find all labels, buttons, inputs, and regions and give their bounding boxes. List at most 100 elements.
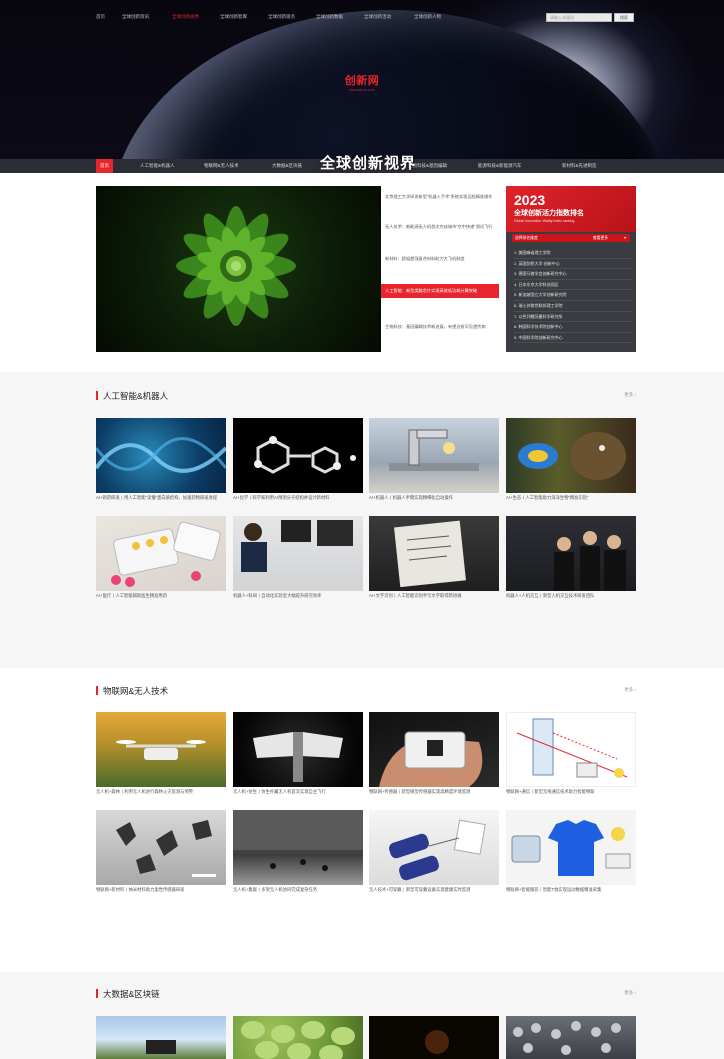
- topnav-item-views[interactable]: 全球创新观点: [268, 14, 295, 20]
- more-link[interactable]: 更多 ›: [624, 990, 636, 996]
- mainnav-item-material[interactable]: 新材料&先进制造: [558, 159, 601, 173]
- mainnav-item-iot[interactable]: 物联网&无人技术: [200, 159, 243, 173]
- card-thumbnail[interactable]: [369, 712, 499, 787]
- card-caption[interactable]: AI+医疗丨人工智能辅助医生精准用药: [96, 593, 226, 605]
- card-thumbnail[interactable]: [96, 1016, 226, 1059]
- ranking-item[interactable]: 4. 日本东京大学科技园区: [514, 280, 632, 291]
- card-thumbnail[interactable]: [506, 1016, 636, 1059]
- news-card[interactable]: 物联网+新材料丨纳米材料助力柔性传感器研发: [96, 810, 226, 899]
- ranking-select[interactable]: 选择排名维度 查看更多 ▾: [512, 234, 630, 242]
- topnav-item-events[interactable]: 全球创新活动: [364, 14, 391, 20]
- search-input[interactable]: 请输入关键词: [546, 13, 612, 22]
- news-card[interactable]: 无人机+仿生丨仿生扑翼无人机首次实现自主飞行: [233, 712, 363, 801]
- card-caption[interactable]: 无人机+集群丨多架无人机协同完成复杂任务: [233, 887, 363, 899]
- mainnav-item-home[interactable]: 首页: [96, 159, 113, 173]
- card-thumbnail[interactable]: [96, 712, 226, 787]
- pills-illustration: [111, 521, 221, 587]
- card-thumbnail[interactable]: [233, 810, 363, 885]
- news-card[interactable]: 物联网+传感器丨新型微型传感器实现高精度环境监测: [369, 712, 499, 801]
- card-caption[interactable]: 机器人+人机交互丨新型人机交互技术研发团队: [506, 593, 636, 605]
- card-caption[interactable]: AI+文字识别丨人工智能识别手写文字取得新进展: [369, 593, 499, 605]
- card-caption[interactable]: 无人机+森林丨利用无人机进行森林火灾监测与预警: [96, 789, 226, 801]
- ranking-item[interactable]: 3. 德国马普学会创新研究中心: [514, 269, 632, 280]
- card-thumbnail[interactable]: [369, 418, 499, 493]
- card-thumbnail[interactable]: [96, 516, 226, 591]
- mainnav-item-energy[interactable]: 能源科技&新能源汽车: [474, 159, 526, 173]
- hero-image[interactable]: [96, 186, 381, 352]
- mainnav-item-bigdata[interactable]: 大数据&区块链: [268, 159, 306, 173]
- ranking-item[interactable]: 9. 中国科学院创新研究中心: [514, 333, 632, 344]
- card-caption[interactable]: AI+化学丨科学家利用AI预测分子结构并设计新材料: [233, 495, 363, 507]
- topnav-item-think[interactable]: 全球创新智库: [220, 14, 247, 20]
- news-card[interactable]: 无人机+集群丨多架无人机协同完成复杂任务: [233, 810, 363, 899]
- card-thumbnail[interactable]: [369, 810, 499, 885]
- card-caption[interactable]: 机器人+科研丨自动化实验室大幅提升研究效率: [233, 593, 363, 605]
- news-card[interactable]: AI+文字识别丨人工智能识别手写文字取得新进展: [369, 516, 499, 605]
- ranking-item[interactable]: 8. 韩国科学技术院创新中心: [514, 322, 632, 333]
- news-card[interactable]: AI+生态丨人工智能助力海洋生物“精准识别”: [506, 418, 636, 507]
- card-thumbnail[interactable]: [96, 810, 226, 885]
- card-thumbnail[interactable]: [506, 810, 636, 885]
- search-button[interactable]: 搜索: [614, 13, 634, 22]
- news-card[interactable]: 物联网+通信丨新型无线通信技术助力智能物联: [506, 712, 636, 801]
- hero-news-item[interactable]: 生物科技：基因编辑技术新进展，有望治愈罕见遗传病: [385, 324, 495, 330]
- ranking-item[interactable]: 2. 英国剑桥大学·创新中心: [514, 259, 632, 270]
- card-thumbnail[interactable]: [233, 712, 363, 787]
- card-caption[interactable]: 无人技术+可穿戴丨新型可穿戴设备实现健康实时监测: [369, 887, 499, 899]
- news-card[interactable]: 无人机+森林丨利用无人机进行森林火灾监测与预警: [96, 712, 226, 801]
- ranking-item[interactable]: 5. 新加坡国立大学创新研究院: [514, 290, 632, 301]
- topnav-item-data[interactable]: 全球创新数据: [316, 14, 343, 20]
- card-caption[interactable]: 物联网+智能服装丨智能T恤实现运动数据精准采集: [506, 887, 636, 899]
- news-card[interactable]: AI+化学丨科学家利用AI预测分子结构并设计新材料: [233, 418, 363, 507]
- card-thumbnail[interactable]: [369, 516, 499, 591]
- banner-title: 全球创新视界: [320, 155, 417, 172]
- topnav-item-home[interactable]: 首页: [96, 14, 105, 20]
- news-card[interactable]: [96, 1016, 226, 1059]
- topnav-item-vision[interactable]: 全球创新视界: [172, 14, 199, 20]
- hero-news-item[interactable]: 新材料：超轻超强复合材料助力大飞机制造: [385, 256, 495, 262]
- card-caption[interactable]: AI+机器人丨机器人手臂实现精细化自动操作: [369, 495, 499, 507]
- card-thumbnail[interactable]: [369, 1016, 499, 1059]
- news-card[interactable]: AI+机器人丨机器人手臂实现精细化自动操作: [369, 418, 499, 507]
- news-card[interactable]: 物联网+智能服装丨智能T恤实现运动数据精准采集: [506, 810, 636, 899]
- card-caption[interactable]: 物联网+通信丨新型无线通信技术助力智能物联: [506, 789, 636, 801]
- card-thumbnail[interactable]: [96, 418, 226, 493]
- topnav-item-people[interactable]: 全球创新人物: [414, 14, 441, 20]
- news-card[interactable]: 无人技术+可穿戴丨新型可穿戴设备实现健康实时监测: [369, 810, 499, 899]
- section-title[interactable]: 物联网&无人技术: [103, 685, 168, 697]
- card-caption[interactable]: 无人机+仿生丨仿生扑翼无人机首次实现自主飞行: [233, 789, 363, 801]
- mainnav-item-ai[interactable]: 人工智能&机器人: [136, 159, 179, 173]
- section-title[interactable]: 大数据&区块链: [103, 988, 160, 1000]
- card-thumbnail[interactable]: [506, 418, 636, 493]
- hero-news-item[interactable]: 无人技术：新能源无人机首次完成城市“空中快递”测试飞行: [385, 224, 495, 230]
- card-caption[interactable]: 物联网+新材料丨纳米材料助力柔性传感器研发: [96, 887, 226, 899]
- more-link[interactable]: 更多 ›: [624, 392, 636, 398]
- ranking-item[interactable]: 7. 以色列魏茨曼科学研究所: [514, 312, 632, 323]
- card-thumbnail[interactable]: [233, 516, 363, 591]
- ranking-more-link[interactable]: 查看更多: [593, 234, 608, 242]
- news-card[interactable]: 机器人+人机交互丨新型人机交互技术研发团队: [506, 516, 636, 605]
- chevron-down-icon[interactable]: ▾: [624, 234, 626, 242]
- hero-news-item-active[interactable]: 人工智能：新型类脑芯片实现高效低功耗计算突破: [381, 284, 499, 298]
- card-thumbnail[interactable]: [233, 1016, 363, 1059]
- topnav-item-news[interactable]: 全球创新资讯: [122, 14, 149, 20]
- news-card[interactable]: [506, 1016, 636, 1059]
- card-caption[interactable]: AI+生态丨人工智能助力海洋生物“精准识别”: [506, 495, 636, 507]
- site-logo[interactable]: 创新网 innovation.com: [338, 72, 386, 92]
- card-thumbnail[interactable]: [506, 712, 636, 787]
- more-link[interactable]: 更多 ›: [624, 687, 636, 693]
- news-card[interactable]: 机器人+科研丨自动化实验室大幅提升研究效率: [233, 516, 363, 605]
- news-card[interactable]: AI+医疗丨人工智能辅助医生精准用药: [96, 516, 226, 605]
- card-thumbnail[interactable]: [506, 516, 636, 591]
- card-caption[interactable]: AI+新药研发丨用人工智能“读懂”蛋白质结构，加速药物研发进程: [96, 495, 226, 507]
- robot-arm-illustration: [389, 429, 479, 471]
- news-card[interactable]: [369, 1016, 499, 1059]
- card-thumbnail[interactable]: [233, 418, 363, 493]
- card-caption[interactable]: 物联网+传感器丨新型微型传感器实现高精度环境监测: [369, 789, 499, 801]
- section-title[interactable]: 人工智能&机器人: [103, 390, 168, 402]
- ranking-item[interactable]: 1. 美国麻省理工学院: [514, 248, 632, 259]
- news-card[interactable]: [233, 1016, 363, 1059]
- hero-news-item[interactable]: 北京理工大学研发新型“机器人手术”系统实现远程精准操作: [385, 194, 495, 200]
- ranking-item[interactable]: 6. 瑞士苏黎世联邦理工学院: [514, 301, 632, 312]
- news-card[interactable]: AI+新药研发丨用人工智能“读懂”蛋白质结构，加速药物研发进程: [96, 418, 226, 507]
